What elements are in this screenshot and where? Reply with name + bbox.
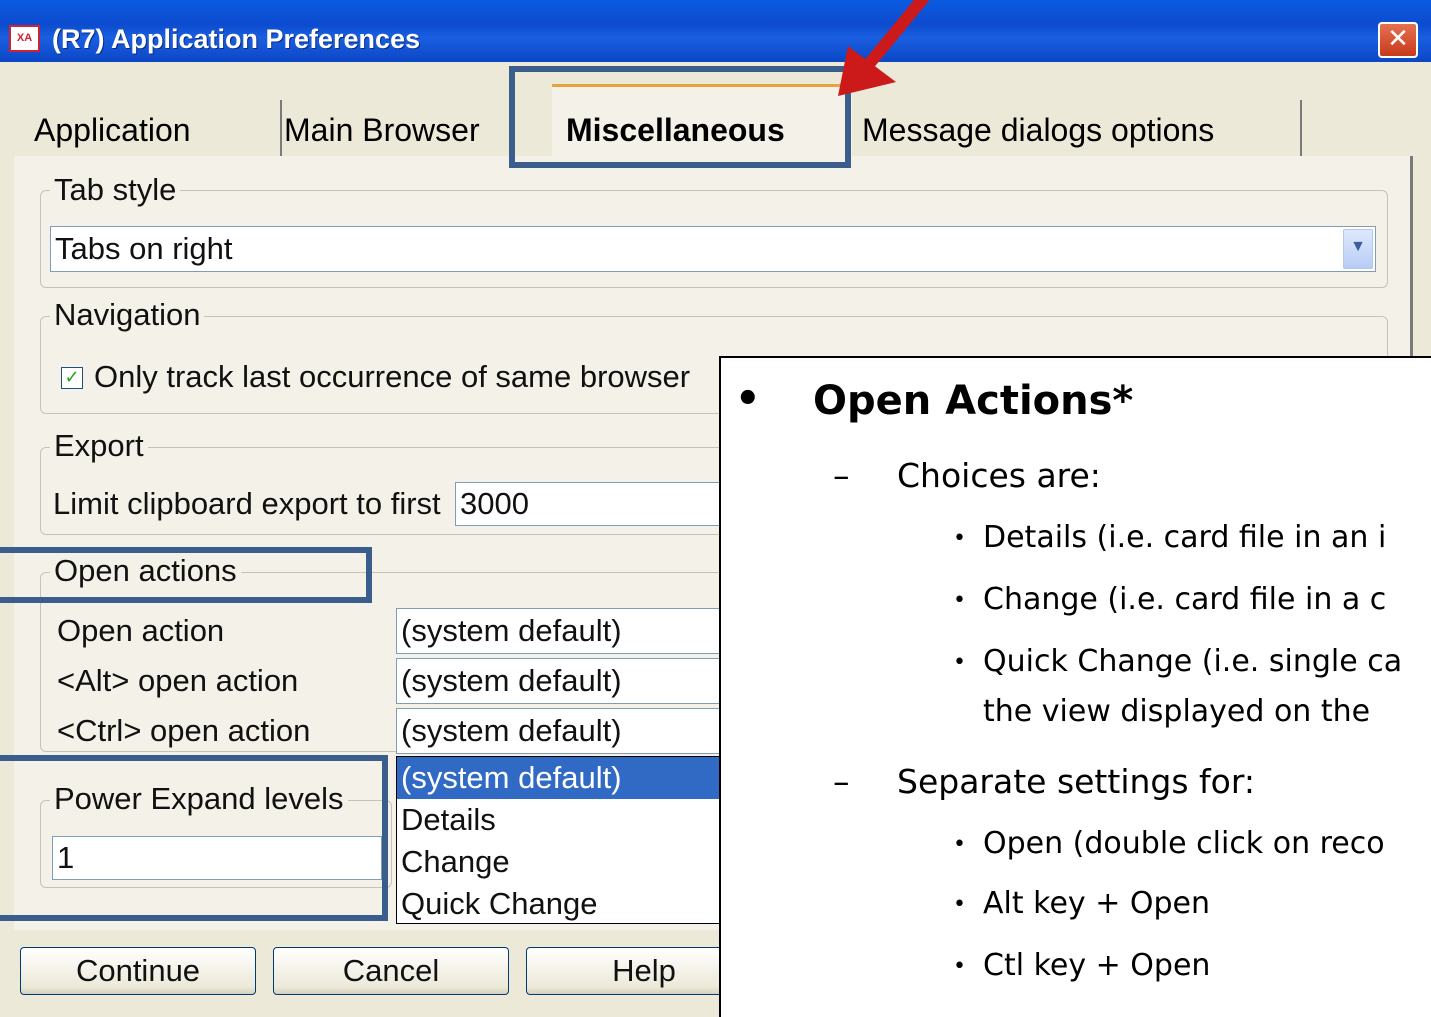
export-limit-input[interactable]: 3000 <box>455 482 735 526</box>
callout-bullet: • <box>735 376 761 422</box>
dropdown-option-change[interactable]: Change <box>397 841 725 883</box>
callout-setting-alt-open: Alt key + Open <box>983 886 1211 921</box>
chevron-down-icon[interactable]: ▼ <box>1343 229 1373 269</box>
open-action-label: Open action <box>57 613 225 648</box>
callout-choice-change: Change (i.e. card file in a c <box>983 582 1387 617</box>
window-title: (R7) Application Preferences <box>52 24 421 54</box>
tab-main-browser[interactable]: Main Browser <box>270 100 524 156</box>
open-action-dropdown-list[interactable]: (system default) Details Change Quick Ch… <box>396 756 726 924</box>
tab-style-value: Tabs on right <box>55 231 233 266</box>
callout-dash: – <box>833 456 850 495</box>
export-legend: Export <box>50 428 148 464</box>
tab-application[interactable]: Application <box>22 100 282 156</box>
callout-setting-ctl-open: Ctl key + Open <box>983 948 1211 983</box>
tab-style-legend: Tab style <box>50 172 181 208</box>
title-bar[interactable]: XA (R7) Application Preferences ✕ <box>0 0 1431 62</box>
ctrl-open-action-label: <Ctrl> open action <box>57 713 311 748</box>
open-action-value: (system default) <box>401 613 622 648</box>
navigation-legend: Navigation <box>50 297 205 333</box>
callout-settings-label: Separate settings for: <box>897 762 1255 801</box>
callout-bullet: • <box>953 526 966 551</box>
ctrl-open-action-value: (system default) <box>401 713 622 748</box>
ctrl-open-action-select[interactable]: (system default) <box>396 708 736 754</box>
alt-open-action-select[interactable]: (system default) <box>396 658 736 704</box>
continue-button[interactable]: Continue <box>20 947 256 995</box>
highlight-frame-miscellaneous-tab <box>509 66 851 168</box>
callout-choice-details: Details (i.e. card file in an i <box>983 520 1387 555</box>
track-last-label: Only track last occurrence of same brows… <box>94 359 691 394</box>
tab-style-select[interactable]: Tabs on right ▼ <box>50 226 1376 272</box>
callout-choice-quick-change-cont: the view displayed on the <box>983 694 1371 729</box>
highlight-frame-power-expand <box>0 755 388 921</box>
callout-bullet: • <box>953 832 966 857</box>
red-arrow-icon <box>838 0 930 96</box>
callout-choice-quick-change: Quick Change (i.e. single ca <box>983 644 1403 679</box>
cancel-button[interactable]: Cancel <box>273 947 509 995</box>
callout-bullet: • <box>953 892 966 917</box>
callout-bullet: • <box>953 588 966 613</box>
alt-open-action-value: (system default) <box>401 663 622 698</box>
export-limit-label: Limit clipboard export to first <box>53 486 441 521</box>
preferences-window: XA (R7) Application Preferences ✕ Applic… <box>0 0 1431 1017</box>
callout-heading: Open Actions* <box>813 378 1134 424</box>
dropdown-option-details[interactable]: Details <box>397 799 725 841</box>
callout-bullet: • <box>953 650 966 675</box>
callout-dash: – <box>833 762 850 801</box>
callout-choices-label: Choices are: <box>897 456 1101 495</box>
close-button[interactable]: ✕ <box>1378 22 1418 58</box>
open-actions-callout: • Open Actions* – Choices are: • Details… <box>719 356 1431 1017</box>
dropdown-option-system-default[interactable]: (system default) <box>397 757 725 799</box>
callout-setting-open: Open (double click on reco <box>983 826 1385 861</box>
app-icon: XA <box>9 25 40 52</box>
dropdown-option-quick-change[interactable]: Quick Change <box>397 883 725 925</box>
open-action-select[interactable]: (system default) <box>396 608 736 654</box>
callout-bullet: • <box>953 954 966 979</box>
highlight-frame-open-actions <box>0 547 372 603</box>
alt-open-action-label: <Alt> open action <box>57 663 299 698</box>
track-last-checkbox[interactable]: ✓ <box>61 367 83 389</box>
